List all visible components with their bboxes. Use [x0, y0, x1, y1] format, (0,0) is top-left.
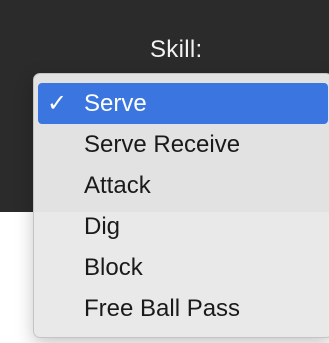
- menu-item-attack[interactable]: Attack: [38, 165, 328, 206]
- menu-item-serve[interactable]: ✓ Serve: [38, 83, 328, 124]
- skill-dropdown-menu[interactable]: ✓ Serve Serve Receive Attack Dig Block F…: [33, 73, 329, 338]
- menu-item-label: Free Ball Pass: [84, 294, 241, 322]
- menu-item-dig[interactable]: Dig: [38, 206, 328, 247]
- menu-item-label: Serve Receive: [84, 130, 241, 158]
- menu-item-label: Block: [84, 253, 143, 281]
- menu-item-label: Dig: [84, 212, 121, 240]
- menu-item-free-ball-pass[interactable]: Free Ball Pass: [38, 288, 328, 329]
- skill-label: Skill:: [150, 36, 203, 63]
- menu-item-label: Serve: [84, 89, 147, 117]
- menu-item-label: Attack: [84, 171, 151, 199]
- menu-item-serve-receive[interactable]: Serve Receive: [38, 124, 328, 165]
- menu-item-block[interactable]: Block: [38, 247, 328, 288]
- checkmark-icon: ✓: [47, 89, 68, 117]
